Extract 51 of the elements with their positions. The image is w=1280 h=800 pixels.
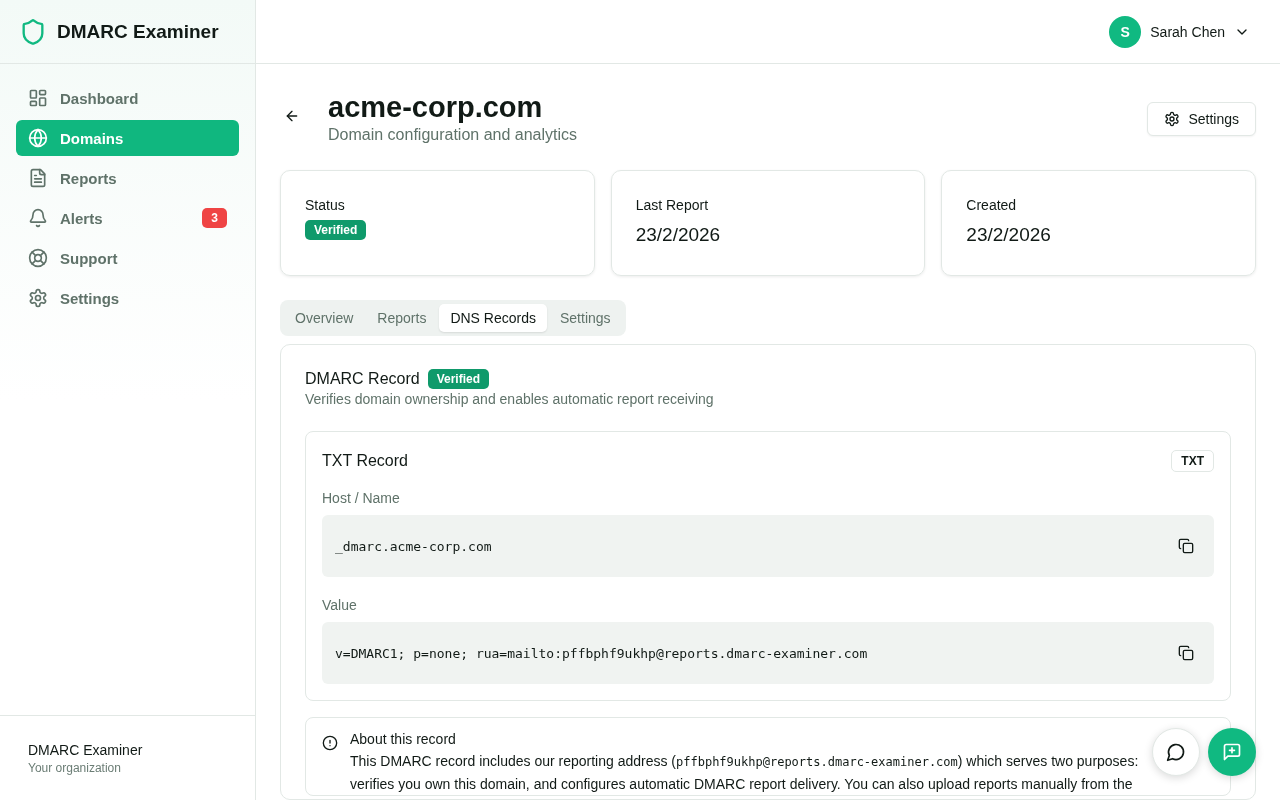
count-badge: 3 [202,208,227,228]
document-icon [28,168,48,188]
stat-label: Created [966,197,1018,213]
settings-icon [28,288,48,308]
organization-name: DMARC Examiner [28,742,144,758]
tab[interactable]: Settings [549,304,622,332]
globe-icon [28,128,48,148]
nav-item[interactable]: Support [16,240,239,276]
lifebuoy-icon [28,248,48,268]
record-type-tag: TXT [1171,450,1214,472]
stat-value: 23/2/2026 [966,224,1052,246]
tab[interactable]: Reports [366,304,438,332]
status-badge: Verified [305,220,367,240]
txt-record-title: TXT Record [322,452,408,470]
nav-item[interactable]: Domains [16,120,239,156]
chat-button[interactable] [1152,728,1200,776]
message-plus-icon [1222,742,1242,762]
chat-bubble-icon [1166,742,1186,762]
field-label: Value [322,597,358,613]
stat-value: 23/2/2026 [635,224,722,246]
field-label: Host / Name [322,490,401,506]
info-text: This DMARC record includes our reporting address (pffbphf9ukhp@reports.dmarc-examiner.com) which serves two purposes: verifies you own this domain, and configures automatic DMARC report delivery. You can also upload reports manually from the [350,752,1140,794]
avatar: S [1109,15,1142,48]
stat-label: Last Report [635,197,710,213]
user-menu[interactable]: S Sarah Chen [1109,15,1250,48]
record-description: Verifies domain ownership and enables automatic report receiving [305,391,715,407]
nav-item[interactable]: Alerts 3 [16,200,239,236]
grid-icon [28,88,48,108]
tab[interactable]: DNS Records [439,304,547,332]
info-icon [322,735,338,751]
page-subtitle: Domain configuration and analytics [328,126,579,144]
stat-label: Status [305,197,346,213]
status-badge: Verified [427,369,490,389]
info-title: About this record [350,731,457,747]
tab[interactable]: Overview [284,304,365,332]
app-name: DMARC Examiner [57,20,219,43]
nav-item[interactable]: Dashboard [16,80,239,116]
nav-item[interactable]: Reports [16,160,239,196]
arrow-left-icon [284,108,300,124]
feedback-button[interactable] [1208,728,1256,776]
page-title: acme-corp.com [328,90,544,124]
copy-icon [1178,538,1194,554]
settings-button[interactable]: Settings [1147,102,1256,136]
nav-item[interactable]: Settings [16,280,239,316]
settings-icon [1164,111,1181,127]
value-field: _dmarc.acme-corp.com [322,515,1214,577]
organization-caption: Your organization [28,761,122,775]
copy-icon [1178,645,1194,661]
value-field: v=DMARC1; p=none; rua=mailto:pffbphf9ukhp@reports.dmarc-examiner.com [322,622,1214,684]
record-title: DMARC Record [305,370,420,388]
bell-icon [28,208,48,228]
